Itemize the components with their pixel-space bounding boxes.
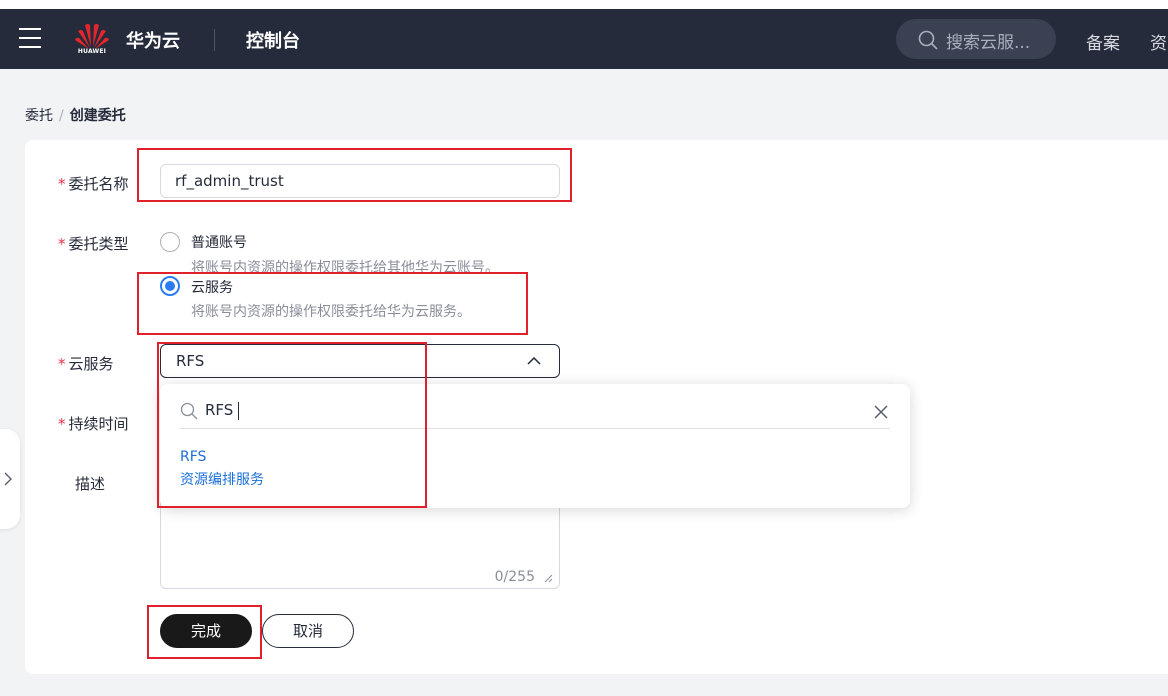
dropdown-search-input[interactable]: RFS [180,398,890,429]
dropdown-option-rfs[interactable]: RFS 资源编排服务 [180,446,264,492]
breadcrumb-current: 创建委托 [69,108,126,124]
chevron-right-icon [4,472,12,486]
breadcrumb-trust[interactable]: 委托 [25,108,53,124]
nav-beian[interactable]: 备案 [1086,29,1120,54]
cloud-service-dropdown: RFS RFS 资源编排服务 [160,384,910,508]
top-bar: HUAWEI 华为云 控制台 搜索云服... 备案 资 [0,0,1168,69]
required-mark: * [58,175,66,193]
cloud-service-label: * 云服务 [58,355,114,373]
close-icon[interactable] [874,405,888,419]
option-desc: 资源编排服务 [180,472,264,488]
global-search[interactable]: 搜索云服... [896,19,1056,59]
radio-cloud-service-label[interactable]: 云服务 [191,277,233,297]
chevron-up-icon [527,357,541,365]
trust-type-label: * 委托类型 [58,235,129,253]
nav-resources[interactable]: 资 [1150,29,1167,54]
sidebar-expand-toggle[interactable] [0,429,20,529]
dropdown-search-query: RFS [205,401,234,419]
cloud-service-selected: RFS [176,352,205,370]
global-search-placeholder: 搜索云服... [946,33,1031,53]
breadcrumb: 委托 / 创建委托 [25,105,126,125]
cloud-service-select[interactable]: RFS [160,344,560,378]
required-mark: * [58,235,66,253]
radio-ordinary-account[interactable] [160,232,180,252]
radio-cloud-service[interactable] [160,276,180,296]
search-icon [918,30,938,50]
description-textarea[interactable]: 0/255 [160,495,560,589]
trust-name-label: * 委托名称 [58,175,129,193]
radio-cloud-service-desc: 将账号内资源的操作权限委托给华为云服务。 [191,304,471,320]
brand-name[interactable]: 华为云 [126,27,180,53]
search-icon [180,402,198,420]
submit-button[interactable]: 完成 [160,614,252,648]
trust-name-input[interactable] [160,164,560,198]
required-mark: * [58,415,66,433]
duration-label: * 持续时间 [58,415,129,433]
console-link[interactable]: 控制台 [246,27,300,53]
option-name: RFS [180,449,207,465]
text-caret [238,402,239,420]
radio-ordinary-account-label[interactable]: 普通账号 [191,232,247,252]
cancel-button[interactable]: 取消 [262,614,354,648]
breadcrumb-separator: / [59,108,64,124]
required-mark: * [58,355,66,373]
menu-icon[interactable] [19,28,41,48]
radio-ordinary-account-desc: 将账号内资源的操作权限委托给其他华为云账号。 [191,260,499,276]
logo-word: HUAWEI [77,48,107,55]
resize-handle-icon[interactable] [543,573,553,583]
header-divider [214,29,215,51]
description-label: 描述 [75,475,106,493]
char-counter: 0/255 [494,569,535,585]
